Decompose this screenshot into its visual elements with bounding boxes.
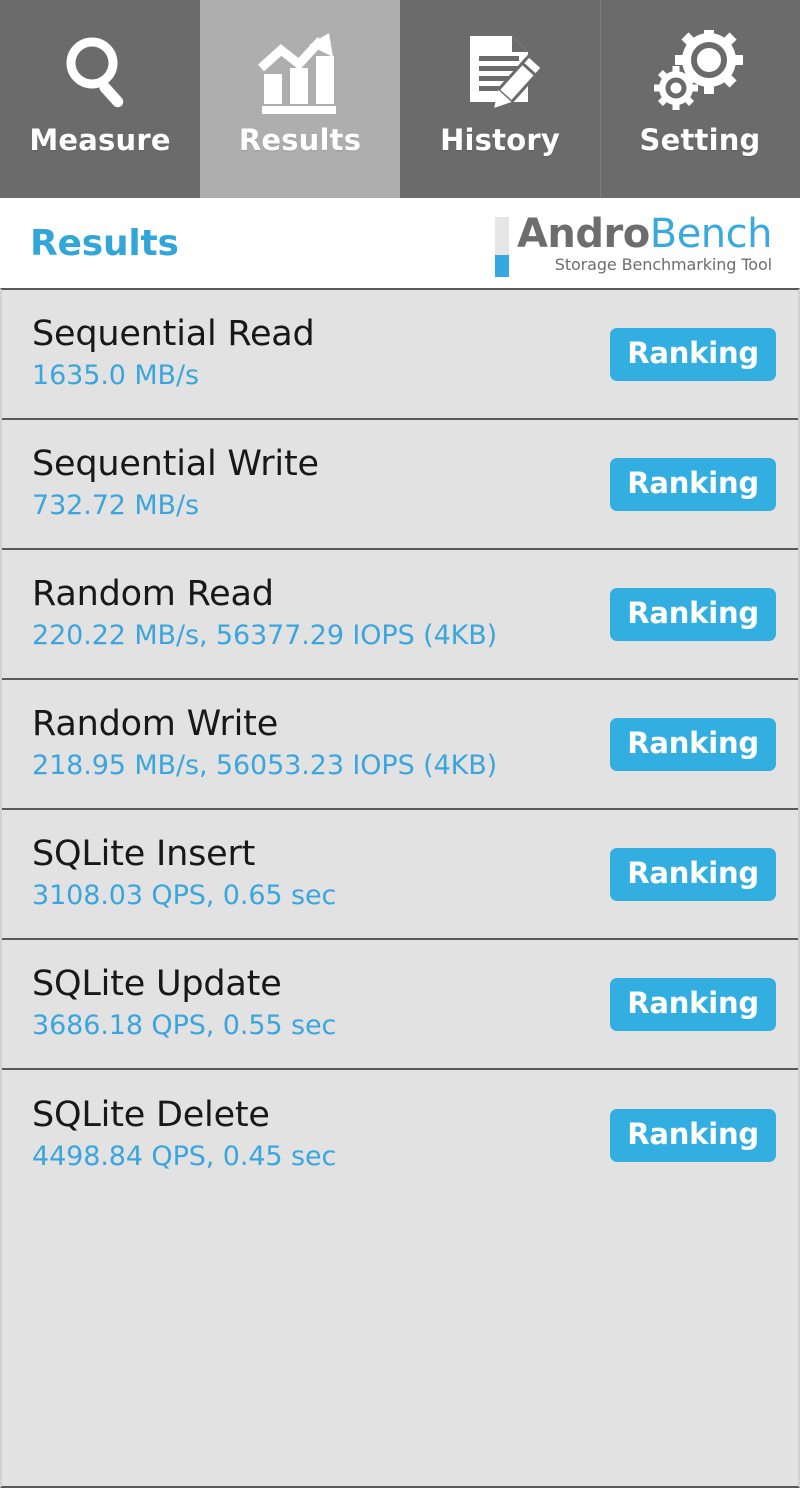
brand-name-andro: Andro	[516, 210, 650, 257]
logo-text: AndroBench Storage Benchmarking Tool	[516, 210, 773, 275]
table-row[interactable]: SQLite Update 3686.18 QPS, 0.55 sec Rank…	[2, 940, 798, 1070]
ranking-button[interactable]: Ranking	[610, 457, 776, 511]
magnifier-icon	[40, 18, 160, 126]
benchmark-name: SQLite Insert	[32, 833, 256, 874]
row-texts: Sequential Read 1635.0 MB/s	[32, 313, 315, 393]
benchmark-name: Sequential Read	[32, 313, 315, 354]
row-texts: Sequential Write 732.72 MB/s	[32, 443, 319, 523]
tab-label-setting: Setting	[639, 123, 761, 157]
benchmark-name: SQLite Update	[32, 963, 282, 1004]
benchmark-value: 3686.18 QPS, 0.55 sec	[32, 1010, 337, 1042]
benchmark-value: 220.22 MB/s, 56377.29 IOPS (4KB)	[32, 620, 498, 652]
table-row[interactable]: SQLite Insert 3108.03 QPS, 0.65 sec Rank…	[2, 810, 798, 940]
benchmark-value: 218.95 MB/s, 56053.23 IOPS (4KB)	[32, 750, 498, 782]
benchmark-value: 1635.0 MB/s	[32, 360, 199, 392]
ranking-button[interactable]: Ranking	[610, 587, 776, 641]
androbench-app: Measure Results History Setting Results …	[0, 0, 800, 1488]
gears-icon	[640, 18, 760, 126]
table-row[interactable]: SQLite Delete 4498.84 QPS, 0.45 sec Rank…	[2, 1070, 798, 1200]
ranking-button[interactable]: Ranking	[610, 977, 776, 1031]
row-texts: Random Write 218.95 MB/s, 56053.23 IOPS …	[32, 703, 498, 783]
row-texts: SQLite Delete 4498.84 QPS, 0.45 sec	[32, 1094, 337, 1174]
bar-chart-arrow-icon	[240, 18, 360, 126]
row-texts: SQLite Update 3686.18 QPS, 0.55 sec	[32, 963, 337, 1043]
page-header: Results AndroBench Storage Benchmarking …	[0, 198, 800, 288]
benchmark-name: Sequential Write	[32, 443, 319, 484]
table-row[interactable]: Sequential Read 1635.0 MB/s Ranking	[2, 290, 798, 420]
benchmark-value: 732.72 MB/s	[32, 490, 199, 522]
logo-bar-icon	[494, 216, 509, 277]
androbench-logo: AndroBench Storage Benchmarking Tool	[494, 210, 773, 277]
tab-label-results: Results	[238, 123, 362, 157]
main-tabbar: Measure Results History Setting	[0, 0, 800, 198]
tab-measure[interactable]: Measure	[0, 0, 200, 198]
row-texts: SQLite Insert 3108.03 QPS, 0.65 sec	[32, 833, 337, 913]
tab-results[interactable]: Results	[200, 0, 400, 198]
tab-label-history: History	[440, 123, 560, 157]
ranking-button[interactable]: Ranking	[610, 327, 776, 381]
results-list: Sequential Read 1635.0 MB/s Ranking Sequ…	[0, 288, 800, 1488]
page-title: Results	[30, 222, 179, 264]
tab-setting[interactable]: Setting	[600, 0, 800, 198]
brand-name-bench: Bench	[649, 210, 773, 257]
ranking-button[interactable]: Ranking	[610, 847, 776, 901]
benchmark-value: 4498.84 QPS, 0.45 sec	[32, 1141, 337, 1173]
document-pencil-icon	[440, 18, 560, 126]
tab-history[interactable]: History	[400, 0, 600, 198]
benchmark-name: Random Read	[32, 573, 274, 614]
benchmark-name: SQLite Delete	[32, 1094, 270, 1135]
ranking-button[interactable]: Ranking	[610, 717, 776, 771]
brand-subtitle: Storage Benchmarking Tool	[554, 255, 772, 275]
benchmark-value: 3108.03 QPS, 0.65 sec	[32, 880, 337, 912]
table-row[interactable]: Random Read 220.22 MB/s, 56377.29 IOPS (…	[2, 550, 798, 680]
table-row[interactable]: Sequential Write 732.72 MB/s Ranking	[2, 420, 798, 550]
tab-label-measure: Measure	[29, 123, 171, 157]
brand-name: AndroBench	[516, 210, 773, 257]
benchmark-name: Random Write	[32, 703, 279, 744]
table-row[interactable]: Random Write 218.95 MB/s, 56053.23 IOPS …	[2, 680, 798, 810]
row-texts: Random Read 220.22 MB/s, 56377.29 IOPS (…	[32, 573, 498, 653]
ranking-button[interactable]: Ranking	[610, 1108, 776, 1162]
